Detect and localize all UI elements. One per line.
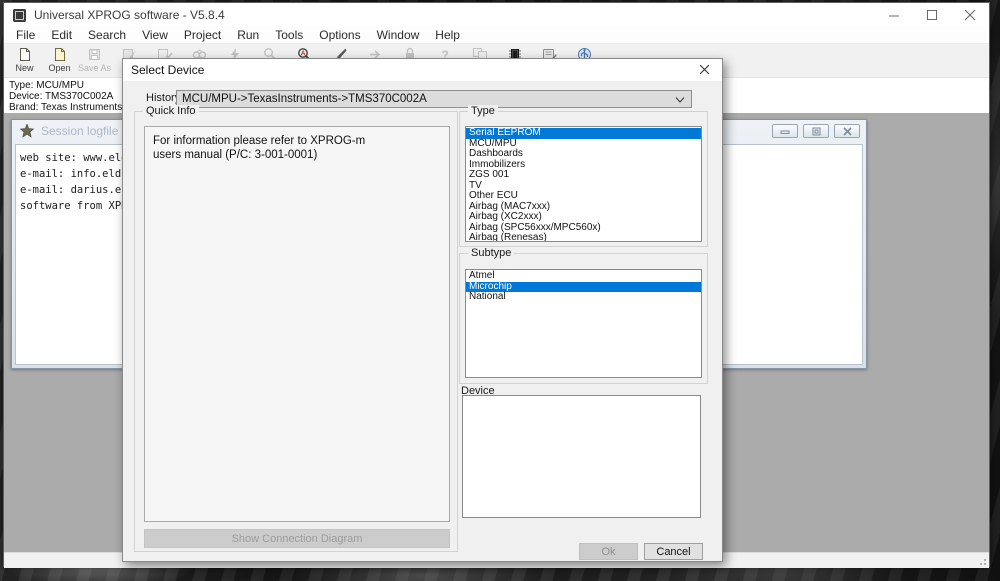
quick-info-box: For information please refer to XPROG-m …	[144, 126, 450, 522]
main-titlebar[interactable]: Universal XPROG software - V5.8.4	[4, 3, 989, 27]
svg-text:A: A	[301, 50, 306, 57]
ok-button[interactable]: Ok	[579, 543, 638, 560]
resize-grip[interactable]	[977, 556, 987, 566]
session-minimize-button[interactable]	[772, 124, 798, 138]
type-label: Type	[468, 105, 498, 117]
cancel-button[interactable]: Cancel	[644, 543, 703, 560]
star-icon	[20, 124, 34, 138]
menu-view[interactable]: View	[134, 28, 176, 42]
close-button[interactable]	[951, 3, 989, 27]
session-restore-icon	[812, 127, 821, 136]
quick-info-group: Quick Info For information please refer …	[134, 111, 458, 552]
list-item[interactable]: Dashboards	[466, 149, 701, 160]
subtype-group: Subtype AtmelMicrochipNational	[459, 253, 708, 384]
quick-info-line: users manual (P/C: 3-001-0001)	[153, 148, 441, 162]
save-as-button[interactable]: Save As	[81, 46, 108, 73]
menu-search[interactable]: Search	[80, 28, 134, 42]
session-close-icon	[843, 127, 852, 136]
list-item[interactable]: Airbag (Renesas)	[466, 233, 701, 242]
list-item[interactable]: Serial EEPROM	[466, 128, 701, 139]
list-item[interactable]: ZGS 001	[466, 170, 701, 181]
history-combobox[interactable]: MCU/MPU->TexasInstruments->TMS370C002A	[176, 90, 692, 108]
menu-bar: FileEditSearchViewProjectRunToolsOptions…	[4, 27, 989, 44]
minimize-icon	[889, 10, 900, 21]
session-restore-button[interactable]	[803, 124, 829, 138]
subtype-listbox[interactable]: AtmelMicrochipNational	[465, 269, 702, 378]
minimize-button[interactable]	[875, 3, 913, 27]
session-title: Session logfile	[41, 124, 118, 138]
new-button[interactable]: New	[11, 46, 38, 73]
toolbar-button-label: New	[15, 63, 33, 73]
quick-info-line: For information please refer to XPROG-m	[153, 134, 441, 148]
dialog-title: Select Device	[131, 63, 204, 77]
toolbar-button-label: Save As	[78, 63, 111, 73]
type-listbox[interactable]: Serial EEPROMMCU/MPUDashboardsImmobilize…	[465, 126, 702, 242]
desktop-background: Universal XPROG software - V5.8.4 FileEd…	[0, 0, 1000, 581]
open-button[interactable]: Open	[46, 46, 73, 73]
save-icon	[86, 46, 104, 62]
menu-file[interactable]: File	[8, 28, 43, 42]
page-open-icon	[51, 46, 69, 62]
list-item[interactable]: National	[466, 292, 701, 303]
dialog-close-icon	[700, 65, 710, 75]
type-group: Type Serial EEPROMMCU/MPUDashboardsImmob…	[459, 111, 708, 247]
show-connection-diagram-button[interactable]: Show Connection Diagram	[144, 529, 450, 548]
page-new-icon	[16, 46, 34, 62]
session-minimize-icon	[780, 127, 790, 135]
menu-edit[interactable]: Edit	[43, 28, 80, 42]
menu-options[interactable]: Options	[311, 28, 368, 42]
window-title: Universal XPROG software - V5.8.4	[34, 8, 225, 22]
menu-window[interactable]: Window	[369, 28, 428, 42]
dialog-close-button[interactable]	[688, 59, 722, 81]
maximize-button[interactable]	[913, 3, 951, 27]
history-value: MCU/MPU->TexasInstruments->TMS370C002A	[182, 93, 427, 105]
menu-tools[interactable]: Tools	[267, 28, 311, 42]
subtype-label: Subtype	[468, 247, 514, 259]
device-listbox[interactable]	[462, 395, 701, 518]
toolbar-button-label: Open	[48, 63, 70, 73]
select-device-dialog: Select Device History: MCU/MPU->TexasIns…	[122, 58, 723, 562]
list-item[interactable]: Other ECU	[466, 191, 701, 202]
maximize-icon	[927, 10, 938, 21]
menu-project[interactable]: Project	[176, 28, 229, 42]
chevron-down-icon	[675, 96, 685, 104]
session-close-button[interactable]	[834, 124, 860, 138]
app-icon	[13, 9, 26, 22]
menu-help[interactable]: Help	[427, 28, 468, 42]
close-icon	[965, 10, 976, 21]
menu-run[interactable]: Run	[229, 28, 267, 42]
list-item[interactable]: Airbag (XC2xxx)	[466, 212, 701, 223]
quick-info-label: Quick Info	[143, 105, 199, 117]
history-row: History: MCU/MPU->TexasInstruments->TMS3…	[123, 90, 722, 108]
dialog-titlebar[interactable]: Select Device	[123, 59, 722, 81]
list-item[interactable]: Atmel	[466, 271, 701, 282]
